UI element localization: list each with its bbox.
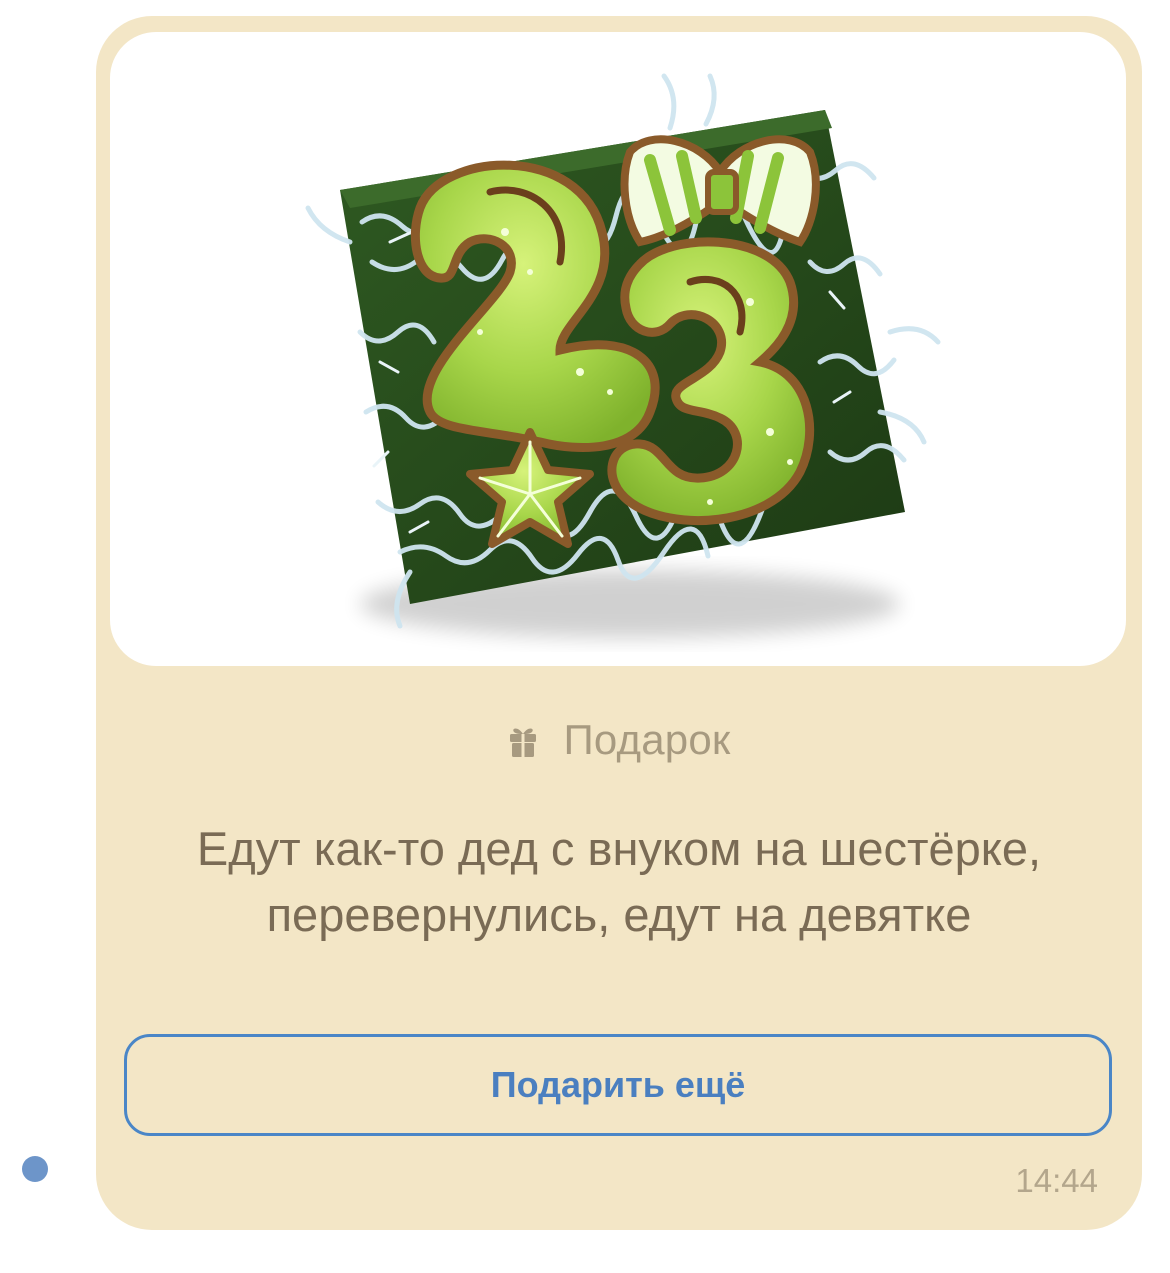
gift-type-label: Подарок: [563, 716, 731, 763]
chat-view: Подарок Едут как-то дед с внуком на шест…: [0, 0, 1170, 1273]
gift-message-text: Едут как-то дед с внуком на шестёрке, пе…: [196, 822, 1042, 941]
unread-indicator: [22, 1156, 48, 1182]
gift-message-bubble[interactable]: Подарок Едут как-то дед с внуком на шест…: [96, 16, 1142, 1230]
gingerbread-gift-box-illustration: [305, 73, 941, 638]
gift-again-button-label: Подарить ещё: [490, 1064, 746, 1105]
gift-label-row: Подарок: [96, 714, 1142, 766]
gift-box-icon: [509, 728, 536, 757]
gift-again-button[interactable]: Подарить ещё: [124, 1034, 1112, 1136]
gift-image[interactable]: [110, 32, 1126, 666]
message-timestamp: 14:44: [1015, 1162, 1098, 1199]
